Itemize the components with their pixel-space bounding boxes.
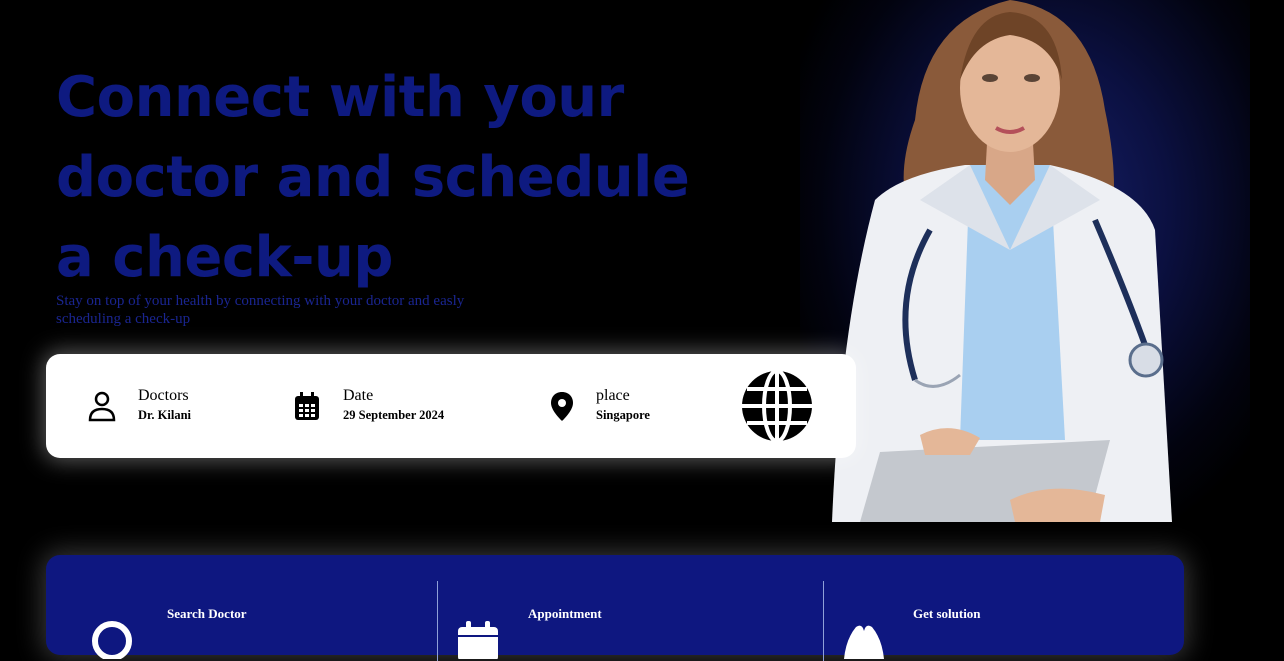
globe-icon[interactable] bbox=[741, 370, 813, 442]
date-selector[interactable]: Date 29 September 2024 bbox=[291, 354, 511, 458]
user-icon bbox=[88, 391, 116, 422]
hero-subtitle: Stay on top of your health by connecting… bbox=[56, 293, 465, 327]
date-label: Date bbox=[343, 387, 374, 404]
place-selector[interactable]: place Singapore bbox=[546, 354, 706, 458]
feature-appointment[interactable]: Appointment bbox=[438, 555, 823, 659]
feature-title: Search Doctor bbox=[167, 606, 247, 621]
doctor-value: Dr. Kilani bbox=[138, 408, 192, 422]
feature-get-solution[interactable]: Get solution bbox=[824, 555, 1184, 659]
search-icon bbox=[92, 621, 132, 659]
search-card: Doctors Dr. Kilani Date 29 September 202… bbox=[46, 354, 856, 458]
doctor-photo bbox=[832, 0, 1172, 522]
feature-title: Get solution bbox=[913, 606, 981, 621]
hero-title: Connect with your doctor and schedule a … bbox=[56, 65, 690, 290]
feature-title: Appointment bbox=[528, 606, 602, 621]
place-value: Singapore bbox=[596, 408, 650, 422]
calendar-icon bbox=[295, 392, 319, 420]
date-value: 29 September 2024 bbox=[343, 408, 445, 422]
feature-search-doctor[interactable]: Search Doctor bbox=[46, 555, 436, 659]
hands-icon bbox=[844, 625, 884, 659]
features-panel: Search Doctor Appointment Get solution bbox=[46, 555, 1184, 661]
doctor-selector[interactable]: Doctors Dr. Kilani bbox=[86, 354, 286, 458]
doctor-label: Doctors bbox=[138, 387, 189, 404]
place-label: place bbox=[596, 387, 630, 404]
location-pin-icon bbox=[551, 392, 573, 421]
calendar-icon bbox=[458, 621, 498, 659]
